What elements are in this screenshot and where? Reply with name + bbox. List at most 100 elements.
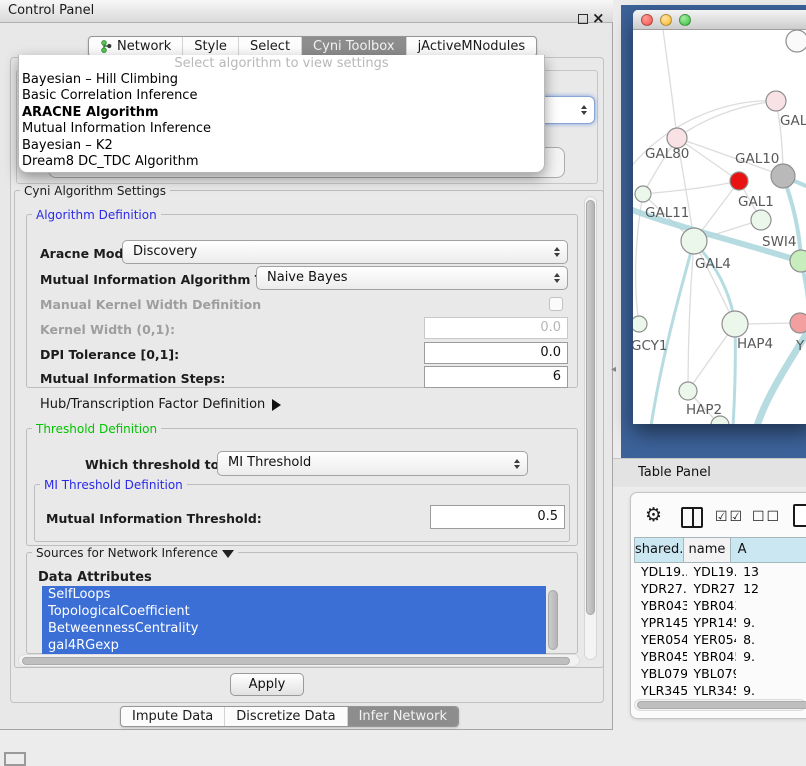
table-cell[interactable]: YER054C [687,631,737,648]
network-node-y[interactable] [790,313,806,333]
algorithm-option[interactable]: Bayesian – Hill Climbing [19,72,544,88]
table-cell[interactable]: 9. [736,648,806,665]
table-cell[interactable]: 13 [736,563,806,580]
network-node-gal80[interactable] [667,128,687,148]
table-cell[interactable]: 9. [736,614,806,631]
tab-discretize-data[interactable]: Discretize Data [224,707,346,726]
table-row[interactable]: YDL19...YDL19...13 [634,563,806,580]
network-node-swi4[interactable] [790,250,806,272]
table-horizontal-scrollbar-thumb[interactable] [637,701,806,709]
deselect-all-checks-icon[interactable]: ☐☐ [752,509,781,525]
splitter-collapse-icon[interactable]: ◂ [611,364,616,375]
table-row[interactable]: YBR045CYBR045C9. [634,648,806,665]
table-row[interactable]: YBR043CYBR043C [634,597,806,614]
sources-collapse-toggle[interactable]: Sources for Network Inference [32,546,238,560]
table-cell[interactable]: 9. [736,682,806,699]
tab-select[interactable]: Select [238,37,301,56]
table-row[interactable]: YBL079WYBL079W [634,665,806,682]
table-cell[interactable]: YDR27... [687,580,737,597]
table-settings-gear-icon[interactable]: ⚙ [645,504,662,526]
which-threshold-combo[interactable]: MI Threshold [217,451,528,476]
table-cell[interactable]: YBL079W [634,665,687,682]
settings-horizontal-scrollbar-thumb[interactable] [22,657,570,665]
table-cell[interactable]: YPR145W [634,614,687,631]
tab-style[interactable]: Style [182,37,238,56]
table-column-header[interactable]: shared... [634,537,684,563]
network-canvas[interactable]: GALGAL80GAL10GAL11GAL1GAL4SWI4GCY1HAP4YH… [633,30,806,424]
algorithm-option[interactable]: ARACNE Algorithm [19,105,544,121]
attribute-list-item[interactable]: gal4RGexp [42,637,546,654]
attribute-list-item[interactable]: SelfLoops [42,586,546,603]
table-cell[interactable]: YDL19... [634,563,687,580]
attribute-list-item[interactable]: BetweennessCentrality [42,620,546,637]
docked-panel-icon[interactable] [4,752,26,766]
tab-impute-data[interactable]: Impute Data [121,707,224,726]
network-node-gal11[interactable] [635,186,651,202]
table-cell[interactable]: YDR27... [634,580,687,597]
network-node-gcy1[interactable] [633,316,647,332]
tab-network[interactable]: Network [89,37,182,56]
split-columns-icon[interactable] [681,507,703,528]
network-node[interactable] [786,30,806,52]
mi-steps-field[interactable]: 6 [424,366,568,388]
tab-jactivemnodules[interactable]: jActiveMNodules [406,37,537,56]
tab-infer-network[interactable]: Infer Network [347,707,458,726]
network-node-gal4[interactable] [681,228,707,254]
attribute-list-item[interactable]: TopologicalCoefficient [42,603,546,620]
network-node-gal[interactable] [766,91,786,111]
algorithm-option[interactable]: Bayesian – K2 [19,138,544,154]
table-cell[interactable] [736,665,806,682]
zoom-traffic-light-icon[interactable] [679,14,691,26]
tab-cyni-toolbox[interactable]: Cyni Toolbox [301,37,406,56]
network-node-gal1[interactable] [751,210,771,230]
kernel-width-field[interactable]: 0.0 [424,317,568,339]
network-edge[interactable] [643,181,739,194]
network-node[interactable] [730,172,748,190]
network-window-titlebar[interactable] [633,10,806,30]
network-edge-highlighted[interactable] [733,324,735,424]
table-cell[interactable]: YPR145W [687,614,737,631]
hub-definition-expander[interactable]: Hub/Transcription Factor Definition [40,397,281,412]
table-column-header[interactable]: A [731,537,806,563]
table-cell[interactable]: YLR345W [687,682,737,699]
table-row[interactable]: YPR145WYPR145W9. [634,614,806,631]
mi-type-combo[interactable]: Naive Bayes [256,266,568,290]
table-cell[interactable]: YBR045C [634,648,687,665]
algorithm-option[interactable]: Dream8 DC_TDC Algorithm [19,154,544,170]
network-node-hap2[interactable] [679,382,697,400]
select-all-checks-icon[interactable]: ☑☑ [715,509,744,525]
dpi-tolerance-field[interactable]: 0.0 [424,342,568,364]
table-column-header[interactable]: name [684,537,730,563]
table-cell[interactable]: YBL079W [687,665,737,682]
new-table-document-icon[interactable] [793,504,806,527]
algorithm-option[interactable]: Mutual Information Inference [19,121,544,137]
table-row[interactable]: YER054CYER054C8. [634,631,806,648]
algorithm-select-combo-fragment[interactable] [543,96,595,124]
table-cell[interactable]: 8. [736,631,806,648]
network-node-gal10[interactable] [771,164,795,188]
table-cell[interactable]: YDL19... [687,563,737,580]
table-cell[interactable]: YBR043C [687,597,737,614]
aracne-mode-combo[interactable]: Discovery [122,240,568,264]
table-cell[interactable]: YLR345W [634,682,687,699]
algorithm-option[interactable]: Basic Correlation Inference [19,88,544,104]
close-icon[interactable]: × [592,9,605,27]
settings-vertical-scrollbar-thumb[interactable] [586,200,595,615]
network-edge[interactable] [694,241,735,324]
minimize-traffic-light-icon[interactable] [660,14,672,26]
attributes-list-scrollbar-thumb[interactable] [548,590,558,650]
apply-button[interactable]: Apply [230,673,304,696]
network-edge[interactable] [663,30,677,138]
network-node-hap4[interactable] [722,311,748,337]
float-window-icon[interactable] [578,14,588,24]
table-row[interactable]: YLR345WYLR345W9. [634,682,806,699]
table-cell[interactable]: YBR045C [687,648,737,665]
manual-kernel-checkbox[interactable] [549,297,563,311]
close-traffic-light-icon[interactable] [641,14,653,26]
table-cell[interactable]: YBR043C [634,597,687,614]
mi-threshold-field[interactable]: 0.5 [430,505,565,529]
data-attributes-list[interactable]: SelfLoopsTopologicalCoefficientBetweenne… [42,586,546,654]
table-row[interactable]: YDR27...YDR27...12 [634,580,806,597]
table-cell[interactable]: 12 [736,580,806,597]
table-cell[interactable]: YER054C [634,631,687,648]
